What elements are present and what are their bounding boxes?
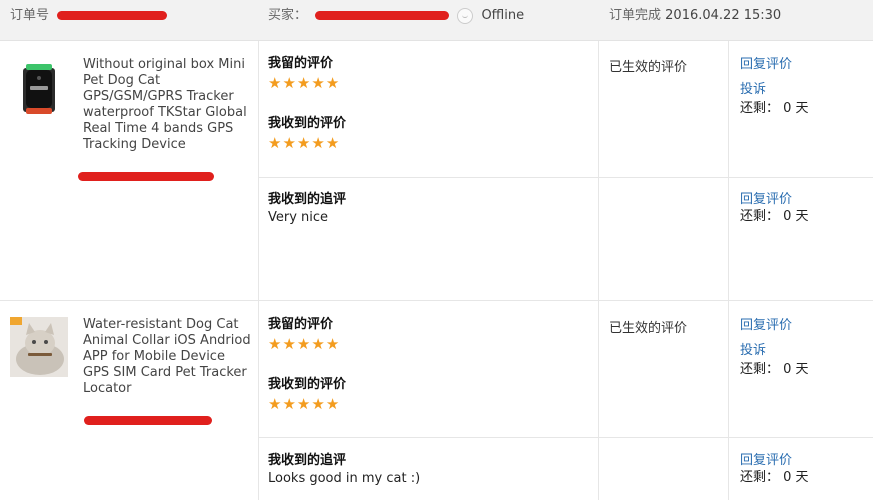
star-icon: ★: [325, 74, 340, 92]
star-icon: ★: [311, 395, 325, 413]
followup-text: Looks good in my cat :): [268, 471, 421, 486]
star-icon: ★: [296, 74, 311, 92]
star-icon: ★: [325, 395, 340, 413]
feedback-status: 已生效的评价: [609, 321, 688, 336]
cat-with-collar-image: [10, 317, 68, 377]
star-rating: ★ ★ ★ ★ ★: [268, 135, 346, 151]
followup-actions: 回复评价 还剩： 0 天: [740, 191, 809, 225]
star-icon: ★: [311, 134, 325, 152]
gps-tracker-device-image: [10, 60, 68, 118]
order-status-label: 订单完成: [609, 8, 662, 23]
product-thumbnail[interactable]: [10, 317, 68, 377]
order-date: 2016.04.22 15:30: [665, 8, 782, 23]
buyer-info: 买家： Offline: [268, 0, 524, 40]
star-icon: ★: [325, 134, 340, 152]
feedback-given: 我留的评价 ★ ★ ★ ★ ★: [268, 55, 339, 91]
divider: [258, 437, 873, 438]
followup-actions: 回复评价 还剩： 0 天: [740, 452, 809, 486]
buyer-label: 买家：: [268, 8, 308, 23]
followup-label: 我收到的追评: [268, 192, 347, 207]
star-icon: ★: [325, 335, 340, 353]
star-icon: ★: [282, 74, 296, 92]
complain-link[interactable]: 投诉: [740, 342, 809, 359]
star-icon: ★: [268, 134, 282, 152]
star-icon: ★: [268, 395, 282, 413]
feedback-received-label: 我收到的评价: [268, 116, 347, 131]
feedback-actions: 回复评价 投诉 还剩： 0 天: [740, 56, 809, 117]
feedback-actions: 回复评价 投诉 还剩： 0 天: [740, 317, 809, 378]
followup-review: 我收到的追评 Looks good in my cat :): [268, 452, 420, 488]
star-icon: ★: [268, 335, 282, 353]
star-icon: ★: [282, 134, 296, 152]
feedback-given-label: 我留的评价: [268, 317, 334, 332]
product-info-redaction: [84, 416, 212, 425]
product-title[interactable]: Without original box Mini Pet Dog Cat GP…: [83, 57, 251, 153]
divider: [258, 177, 873, 178]
remaining-days: 还剩： 0 天: [740, 209, 809, 224]
followup-text: Very nice: [268, 210, 329, 225]
feedback-received: 我收到的评价 ★ ★ ★ ★ ★: [268, 376, 346, 412]
feedback-received-label: 我收到的评价: [268, 377, 347, 392]
star-icon: ★: [282, 395, 296, 413]
reply-feedback-link[interactable]: 回复评价: [740, 191, 809, 208]
remaining-days: 还剩： 0 天: [740, 362, 809, 377]
star-icon: ★: [296, 335, 311, 353]
star-icon: ★: [296, 134, 311, 152]
order-number-redaction: [57, 11, 168, 20]
star-icon: ★: [311, 335, 325, 353]
product-title[interactable]: Water-resistant Dog Cat Animal Collar iO…: [83, 317, 251, 397]
remaining-days: 还剩： 0 天: [740, 101, 809, 116]
feedback-status: 已生效的评价: [609, 60, 688, 75]
order-header: 订单号 买家： Offline 订单完成 2016.04.22 15:30: [0, 0, 873, 41]
order-number: 订单号: [10, 0, 168, 40]
star-rating: ★ ★ ★ ★ ★: [268, 75, 339, 91]
star-icon: ★: [311, 74, 325, 92]
star-rating: ★ ★ ★ ★ ★: [268, 336, 339, 352]
followup-label: 我收到的追评: [268, 453, 347, 468]
feedback-given: 我留的评价 ★ ★ ★ ★ ★: [268, 316, 339, 352]
divider: [728, 41, 729, 500]
divider: [598, 41, 599, 500]
reply-feedback-link[interactable]: 回复评价: [740, 317, 809, 334]
complain-link[interactable]: 投诉: [740, 81, 809, 98]
order-status: 订单完成 2016.04.22 15:30: [609, 0, 781, 40]
product-info-redaction: [78, 172, 214, 181]
star-icon: ★: [282, 335, 296, 353]
remaining-days: 还剩： 0 天: [740, 470, 809, 485]
buyer-status: Offline: [481, 8, 525, 23]
order-number-label: 订单号: [10, 8, 50, 23]
feedback-given-label: 我留的评价: [268, 56, 334, 71]
star-icon: ★: [296, 395, 311, 413]
buyer-name-redaction: [315, 11, 450, 20]
divider: [0, 300, 873, 301]
star-rating: ★ ★ ★ ★ ★: [268, 396, 346, 412]
star-icon: ★: [268, 74, 282, 92]
feedback-received: 我收到的评价 ★ ★ ★ ★ ★: [268, 115, 346, 151]
product-thumbnail[interactable]: [10, 60, 68, 118]
buyer-status-icon[interactable]: [457, 7, 474, 24]
reply-feedback-link[interactable]: 回复评价: [740, 452, 809, 469]
divider: [258, 41, 259, 500]
followup-review: 我收到的追评 Very nice: [268, 191, 346, 227]
reply-feedback-link[interactable]: 回复评价: [740, 56, 809, 73]
